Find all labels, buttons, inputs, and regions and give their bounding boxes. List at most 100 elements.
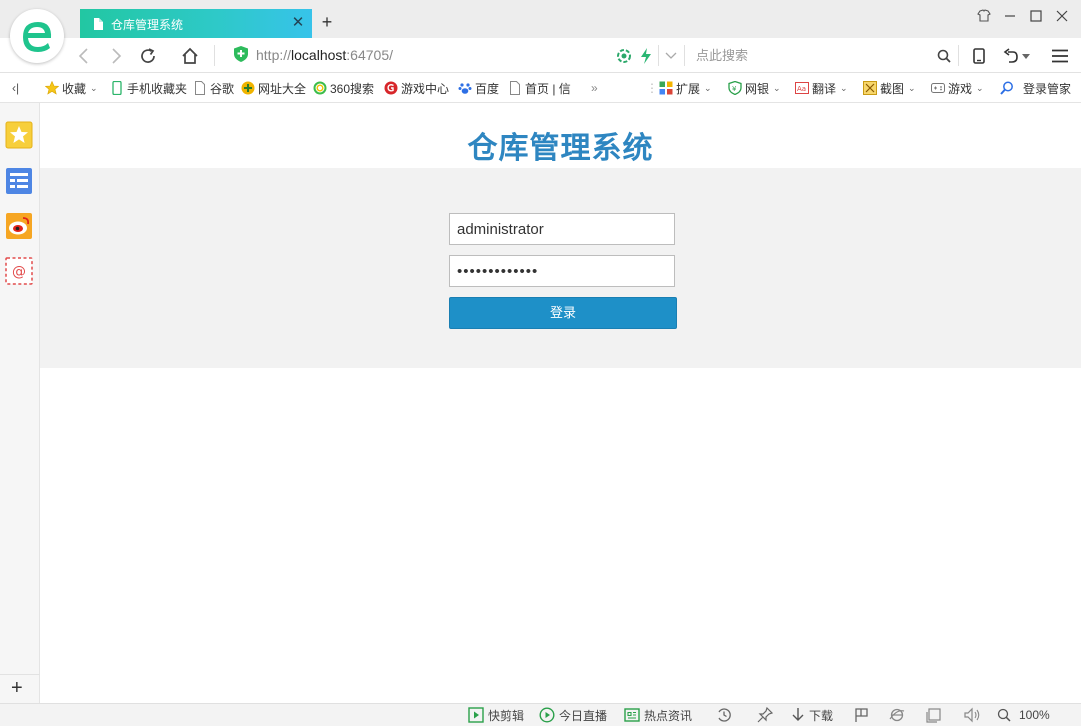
more-bookmarks-button[interactable]: »: [591, 79, 598, 97]
bookmark-favorites[interactable]: 收藏 ⌄: [45, 79, 98, 97]
maximize-button[interactable]: [1026, 6, 1046, 26]
chevron-down-icon: ⌄: [704, 82, 712, 93]
window-icon[interactable]: [926, 706, 942, 724]
add-sidebar-item-button[interactable]: +: [11, 678, 23, 698]
email-icon[interactable]: @: [5, 257, 33, 285]
toolbar-translate[interactable]: Aa 翻译 ⌄: [795, 79, 848, 97]
bookmark-label: 360搜索: [330, 81, 375, 96]
news-icon: [624, 708, 640, 722]
pin-icon[interactable]: [757, 706, 773, 724]
translate-icon: Aa: [795, 82, 809, 94]
extensions-icon: [659, 81, 673, 95]
download-icon: [792, 708, 804, 721]
chevron-down-icon: ⌄: [840, 82, 848, 93]
browser-tab[interactable]: 仓库管理系统 ✕: [80, 9, 312, 38]
status-label: 快剪辑: [488, 708, 525, 723]
divider: [958, 45, 959, 66]
toolbar-extensions[interactable]: 扩展 ⌄: [659, 79, 712, 97]
baidu-paw-icon: [458, 83, 472, 94]
status-label: 今日直播: [559, 708, 608, 723]
status-live[interactable]: 今日直播: [539, 706, 607, 724]
bookmark-item[interactable]: 首页 | 信: [508, 79, 571, 97]
bookmark-label: 百度: [475, 81, 500, 96]
refresh-icon[interactable]: [138, 46, 158, 66]
status-bar: 快剪辑 今日直播 热点资讯 下载 100%: [0, 703, 1081, 726]
login-panel: 登录: [40, 168, 1081, 368]
globe-icon: [241, 81, 255, 95]
page-icon: [510, 81, 520, 95]
toolbar-label: 网银: [745, 81, 770, 96]
back-icon[interactable]: [74, 46, 94, 66]
undo-dropdown-icon[interactable]: [1021, 46, 1031, 66]
search-input[interactable]: [686, 44, 926, 66]
undo-icon[interactable]: [1001, 46, 1021, 66]
status-quick-clip[interactable]: 快剪辑: [468, 706, 524, 724]
home-icon[interactable]: [180, 46, 200, 66]
toolbar-login-manager[interactable]: 登录管家: [1000, 79, 1071, 97]
toolbar-games[interactable]: 游戏 ⌄: [931, 79, 984, 97]
address-bar[interactable]: http://localhost:64705/: [226, 44, 611, 66]
bookmark-label: 首页 | 信: [525, 81, 571, 96]
mobile-icon[interactable]: [969, 46, 989, 66]
speed-mode-icon[interactable]: [614, 46, 634, 66]
flag-icon[interactable]: [854, 706, 870, 724]
chevron-down-icon: ⌄: [976, 82, 984, 93]
search-icon[interactable]: [934, 46, 954, 66]
toolbar-screenshot[interactable]: 截图 ⌄: [863, 79, 916, 97]
ie-mode-icon[interactable]: [889, 706, 905, 724]
zoom-icon: [997, 708, 1011, 722]
toolbar-bank[interactable]: ¥ 网银 ⌄: [728, 79, 781, 97]
page-content: 仓库管理系统 登录: [40, 103, 1081, 703]
menu-icon[interactable]: [1050, 46, 1070, 66]
title-bar: 仓库管理系统 ✕ +: [0, 0, 1081, 38]
login-button[interactable]: 登录: [449, 297, 677, 329]
bookmark-label: 网址大全: [258, 81, 307, 96]
new-tab-button[interactable]: +: [318, 12, 336, 32]
zoom-control[interactable]: 100%: [997, 706, 1050, 724]
divider: [214, 45, 215, 66]
lightning-icon[interactable]: [636, 46, 656, 66]
status-download[interactable]: 下载: [791, 706, 833, 724]
close-window-button[interactable]: [1052, 6, 1072, 26]
bookmark-item[interactable]: 360搜索: [313, 79, 374, 97]
tab-close-button[interactable]: ✕: [289, 13, 307, 33]
status-label: 热点资讯: [644, 708, 693, 723]
divider: ⋮: [646, 81, 658, 95]
divider: [0, 674, 40, 675]
svg-text:Aa: Aa: [797, 85, 806, 93]
skin-icon[interactable]: [974, 6, 994, 26]
status-news[interactable]: 热点资讯: [624, 706, 692, 724]
password-input[interactable]: [449, 255, 675, 287]
favorites-star-icon[interactable]: [5, 121, 33, 149]
bookmark-item[interactable]: 谷歌: [193, 79, 234, 97]
toolbar-label: 翻译: [812, 81, 837, 96]
browser-logo[interactable]: [10, 9, 64, 63]
chevron-down-icon[interactable]: [661, 46, 681, 66]
history-icon[interactable]: [716, 706, 732, 724]
page-icon: [195, 81, 205, 95]
search-360-icon: [313, 81, 327, 95]
forward-icon[interactable]: [106, 46, 126, 66]
username-input[interactable]: [449, 213, 675, 245]
toolbar-label: 登录管家: [1023, 81, 1072, 96]
minimize-button[interactable]: [1000, 6, 1020, 26]
sidebar-toggle-button[interactable]: ‹|: [12, 79, 19, 97]
url-text: http://localhost:64705/: [256, 47, 394, 63]
bookmark-item[interactable]: 手机收藏夹: [110, 79, 187, 97]
security-shield-icon: [234, 46, 248, 62]
bookmark-item[interactable]: 百度: [458, 79, 499, 97]
news-reader-icon[interactable]: [5, 167, 33, 195]
tab-title: 仓库管理系统: [111, 18, 184, 32]
star-icon: [45, 81, 59, 95]
browser-logo-icon: [23, 22, 52, 52]
document-icon: [94, 18, 103, 30]
bookmark-item[interactable]: 网址大全: [241, 79, 306, 97]
bookmark-label: 谷歌: [210, 81, 235, 96]
bookmark-item[interactable]: 游戏中心: [384, 79, 449, 97]
divider: [684, 45, 685, 66]
gamepad-icon: [931, 83, 945, 93]
toolbar-label: 扩展: [676, 81, 701, 96]
weibo-icon[interactable]: [5, 212, 33, 240]
volume-icon[interactable]: [963, 706, 981, 724]
left-sidebar: @ +: [0, 103, 40, 703]
